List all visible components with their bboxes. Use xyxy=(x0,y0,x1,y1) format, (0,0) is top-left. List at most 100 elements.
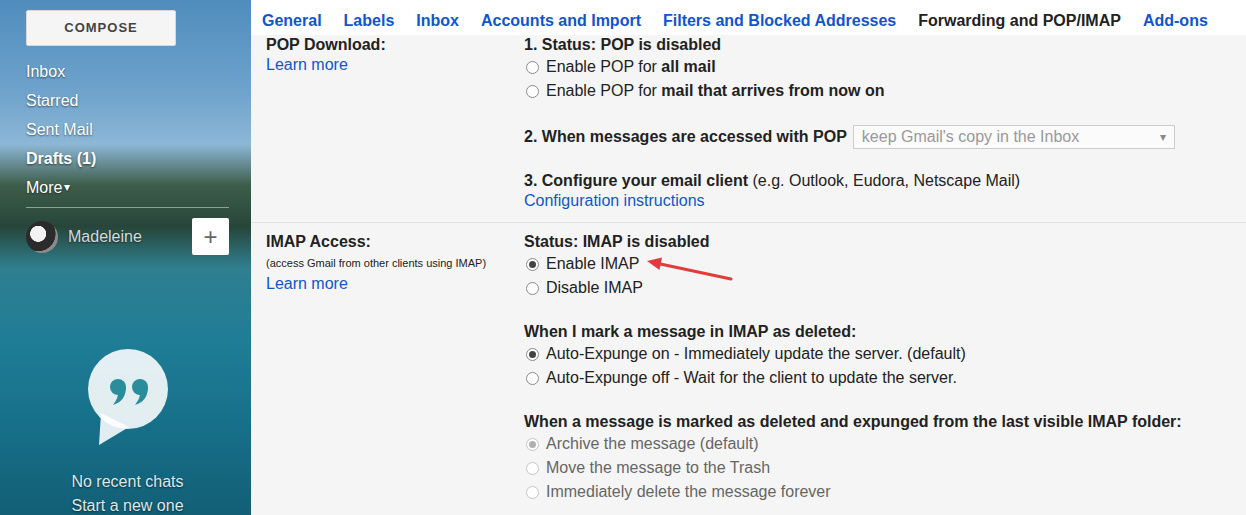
more-item[interactable]: More▾ xyxy=(26,173,229,202)
radio-button[interactable] xyxy=(526,348,539,361)
caret-icon: ▾ xyxy=(64,173,70,202)
radio-option: Immediately delete the message forever xyxy=(524,480,1246,504)
settings-section: IMAP Access:(access Gmail from other cli… xyxy=(251,223,1246,515)
avatar-icon[interactable] xyxy=(26,221,58,253)
radio-button[interactable] xyxy=(526,61,539,74)
section-options: Status: IMAP is disabled Enable IMAP Disab… xyxy=(524,232,1246,504)
option-heading: 1. Status: POP is disabled xyxy=(524,35,1246,55)
section-note: (access Gmail from other clients using I… xyxy=(266,252,524,274)
chat-empty-text: No recent chats xyxy=(26,470,229,494)
chat-bubble-icon xyxy=(83,347,173,447)
user-name: Madeleine xyxy=(68,225,142,249)
radio-option: Archive the message (default) xyxy=(524,432,1246,456)
text-part: Enable POP for xyxy=(546,58,661,75)
heading-item: 3. Configure your email client (e.g. Out… xyxy=(524,171,1246,191)
radio-button[interactable] xyxy=(526,282,539,295)
radio-label: Immediately delete the message forever xyxy=(546,480,831,504)
radio-item: Enable POP for all mail xyxy=(524,55,1246,79)
settings-tab[interactable]: General xyxy=(251,0,333,35)
radio-option: Move the message to the Trash xyxy=(524,456,1246,480)
option-heading: When a message is marked as deleted and … xyxy=(524,412,1246,432)
radio-label: Move the message to the Trash xyxy=(546,456,770,480)
user-row: Madeleine + xyxy=(26,218,229,255)
heading-item: 1. Status: POP is disabled xyxy=(524,35,1246,55)
text-part: Disable IMAP xyxy=(546,279,643,296)
learn-more-link[interactable]: Learn more xyxy=(266,274,524,294)
link-item: Configuration instructions xyxy=(524,191,1246,211)
add-chat-button[interactable]: + xyxy=(192,218,229,255)
text-part: Enable POP for xyxy=(546,82,661,99)
radio-button xyxy=(526,486,539,499)
sidebar-item[interactable]: Inbox xyxy=(26,57,229,86)
settings-panel: GeneralLabelsInboxAccounts and ImportFil… xyxy=(251,0,1246,515)
select-item: 2. When messages are accessed with POP ke… xyxy=(524,125,1246,149)
text-part: Status: IMAP is disabled xyxy=(524,233,710,250)
settings-tab[interactable]: Labels xyxy=(333,0,406,35)
radio-option[interactable]: Enable POP for mail that arrives from no… xyxy=(524,79,1246,103)
user-info[interactable]: Madeleine xyxy=(26,221,142,253)
compose-button[interactable]: COMPOSE xyxy=(26,10,176,46)
radio-label: Enable POP for mail that arrives from no… xyxy=(546,79,884,103)
heading-item: When I mark a message in IMAP as deleted… xyxy=(524,322,1246,342)
text-part: Auto-Expunge on - Immediately update the… xyxy=(546,345,966,362)
radio-label: Auto-Expunge off - Wait for the client t… xyxy=(546,366,957,390)
sidebar-item[interactable]: Sent Mail xyxy=(26,115,229,144)
radio-option[interactable]: Enable POP for all mail xyxy=(524,55,1246,79)
pop-action-select: keep Gmail's copy in the Inbox▾ xyxy=(853,125,1175,149)
settings-tab[interactable]: Accounts and Import xyxy=(470,0,652,35)
radio-item: Immediately delete the message forever xyxy=(524,480,1246,504)
radio-label: Enable IMAP xyxy=(546,252,639,276)
text-part: Immediately delete the message forever xyxy=(546,483,831,500)
section-title: POP Download: xyxy=(266,35,524,55)
radio-label: Archive the message (default) xyxy=(546,432,759,456)
settings-tab[interactable]: Inbox xyxy=(405,0,470,35)
radio-item: Auto-Expunge off - Wait for the client t… xyxy=(524,366,1246,390)
text-part: 3. Configure your email client xyxy=(524,172,748,189)
radio-item: Disable IMAP xyxy=(524,276,1246,300)
sidebar-divider xyxy=(26,207,229,208)
section-options: 1. Status: POP is disabledEnable POP for… xyxy=(524,35,1246,211)
settings-tab[interactable]: Forwarding and POP/IMAP xyxy=(907,0,1132,35)
radio-option[interactable]: Auto-Expunge on - Immediately update the… xyxy=(524,342,1246,366)
radio-option[interactable]: Auto-Expunge off - Wait for the client t… xyxy=(524,366,1246,390)
sidebar-item[interactable]: Drafts (1) xyxy=(26,144,229,173)
sidebar: COMPOSE InboxStarredSent MailDrafts (1)Mo… xyxy=(0,0,251,515)
radio-option[interactable]: Disable IMAP xyxy=(524,276,1246,300)
text-part: Enable IMAP xyxy=(546,255,639,272)
option-heading: When I mark a message in IMAP as deleted… xyxy=(524,322,1246,342)
option-heading: 3. Configure your email client (e.g. Out… xyxy=(524,171,1246,191)
settings-tab[interactable]: Add-ons xyxy=(1132,0,1219,35)
radio-button[interactable] xyxy=(526,258,539,271)
settings-tabs: GeneralLabelsInboxAccounts and ImportFil… xyxy=(251,0,1246,35)
section-title: IMAP Access: xyxy=(266,232,524,252)
configuration-link[interactable]: Configuration instructions xyxy=(524,191,1246,211)
radio-button[interactable] xyxy=(526,372,539,385)
settings-section: POP Download:Learn more1. Status: POP is… xyxy=(251,35,1246,223)
chat-panel: No recent chatsStart a new one xyxy=(26,347,229,515)
start-chat-link[interactable]: Start a new one xyxy=(26,494,229,515)
sidebar-item[interactable]: Starred xyxy=(26,86,229,115)
settings-tab[interactable]: Filters and Blocked Addresses xyxy=(652,0,907,35)
learn-more-link[interactable]: Learn more xyxy=(266,55,524,75)
radio-item: Auto-Expunge on - Immediately update the… xyxy=(524,342,1246,366)
radio-item: Archive the message (default) xyxy=(524,432,1246,456)
radio-button xyxy=(526,438,539,451)
section-label: IMAP Access:(access Gmail from other cli… xyxy=(266,232,524,504)
sidebar-nav: InboxStarredSent MailDrafts (1)More▾ xyxy=(26,57,229,202)
option-heading: Status: IMAP is disabled xyxy=(524,232,1246,252)
radio-item: Enable POP for mail that arrives from no… xyxy=(524,79,1246,103)
dropdown-arrow-icon: ▾ xyxy=(1160,126,1166,148)
select-label: 2. When messages are accessed with POP xyxy=(524,127,847,147)
more-label: More xyxy=(26,173,62,202)
radio-label: Auto-Expunge on - Immediately update the… xyxy=(546,342,966,366)
section-label: POP Download:Learn more xyxy=(266,35,524,211)
radio-option[interactable]: Enable IMAP xyxy=(524,252,1246,276)
text-part: Auto-Expunge off - Wait for the client t… xyxy=(546,369,957,386)
radio-item: Move the message to the Trash xyxy=(524,456,1246,480)
text-part: all mail xyxy=(661,58,715,75)
radio-button[interactable] xyxy=(526,85,539,98)
text-part: When a message is marked as deleted and … xyxy=(524,413,1182,430)
annotation-arrow-icon xyxy=(645,251,735,283)
radio-label: Enable POP for all mail xyxy=(546,55,716,79)
heading-item: When a message is marked as deleted and … xyxy=(524,412,1246,432)
